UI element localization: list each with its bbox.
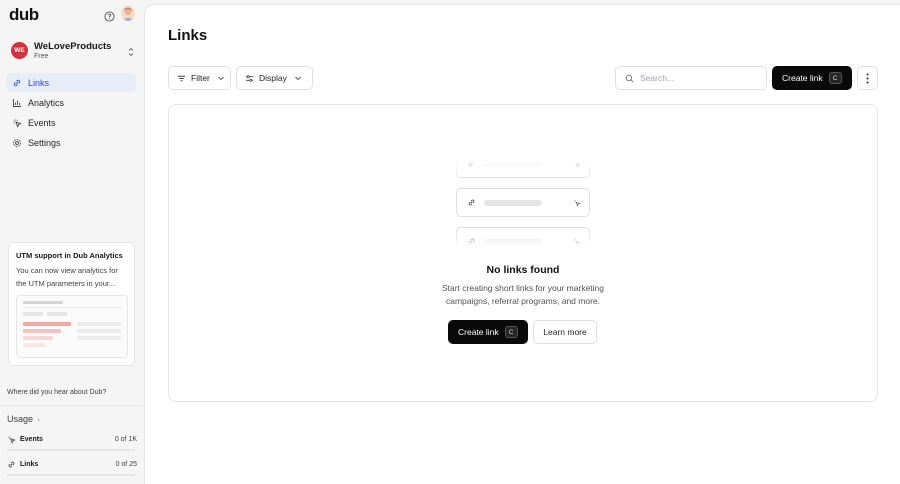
sidebar-item-settings[interactable]: Settings bbox=[6, 134, 136, 153]
sidebar-item-analytics[interactable]: Analytics bbox=[6, 93, 136, 112]
sidebar: dub WE WeLoveProducts Free Links Analyti… bbox=[0, 0, 143, 484]
usage-label: Usage bbox=[7, 414, 34, 424]
sidebar-item-label: Links bbox=[28, 77, 50, 88]
dub-logo[interactable]: dub bbox=[9, 5, 39, 25]
promo-title: UTM support in Dub Analytics bbox=[16, 251, 123, 260]
empty-state-description: Start creating short links for your mark… bbox=[441, 283, 605, 306]
gear-icon bbox=[12, 138, 22, 148]
cursor-rays-icon bbox=[12, 118, 22, 128]
learn-more-label: Learn more bbox=[543, 327, 587, 337]
usage-row-label: Events bbox=[20, 435, 43, 443]
bar-chart-icon bbox=[12, 98, 22, 108]
illustration-row bbox=[456, 188, 590, 217]
empty-state-title: No links found bbox=[486, 264, 560, 276]
more-options-button[interactable] bbox=[857, 66, 878, 90]
sidebar-item-label: Settings bbox=[28, 138, 61, 149]
sidebar-item-events[interactable]: Events bbox=[6, 114, 136, 133]
usage-progress-links bbox=[7, 474, 135, 476]
search-icon bbox=[625, 74, 634, 83]
link-icon bbox=[467, 198, 476, 207]
workspace-plan: Free bbox=[34, 52, 49, 60]
chevron-down-icon bbox=[294, 74, 302, 82]
usage-row-events: Events 0 of 1K bbox=[7, 433, 137, 445]
filter-label: Filter bbox=[191, 73, 210, 83]
usage-divider bbox=[0, 405, 143, 406]
keyboard-shortcut: C bbox=[504, 326, 518, 338]
workspace-name: WeLoveProducts bbox=[34, 40, 112, 52]
display-label: Display bbox=[259, 73, 287, 83]
filter-icon bbox=[177, 74, 186, 83]
sidebar-item-label: Analytics bbox=[28, 97, 65, 108]
chevron-down-icon bbox=[217, 74, 225, 82]
cursor-rays-icon bbox=[573, 199, 581, 207]
links-empty-state: No links found Start creating short link… bbox=[168, 104, 878, 402]
usage-row-value: 0 of 25 bbox=[115, 460, 137, 468]
main-panel: Links Filter Display Create link C bbox=[144, 4, 900, 484]
sliders-icon bbox=[245, 74, 254, 83]
create-link-button[interactable]: Create link C bbox=[772, 66, 852, 90]
chevron-right-icon: › bbox=[37, 417, 40, 424]
empty-create-link-button[interactable]: Create link C bbox=[448, 320, 528, 344]
help-icon[interactable] bbox=[104, 9, 115, 22]
user-avatar[interactable] bbox=[121, 6, 135, 21]
workspace-switcher[interactable]: WE WeLoveProducts Free bbox=[6, 36, 136, 64]
display-button[interactable]: Display bbox=[236, 66, 313, 90]
chevrons-up-down-icon bbox=[127, 44, 135, 57]
cursor-rays-icon bbox=[7, 435, 16, 444]
promo-text: You can now view analytics for the UTM p… bbox=[16, 266, 118, 288]
promo-card[interactable]: UTM support in Dub Analytics You can now… bbox=[8, 242, 135, 366]
link-icon bbox=[12, 78, 22, 88]
usage-progress-events bbox=[7, 449, 135, 451]
search-box[interactable] bbox=[615, 66, 767, 90]
promo-image bbox=[16, 295, 128, 358]
filter-button[interactable]: Filter bbox=[168, 66, 231, 90]
create-link-label: Create link bbox=[782, 73, 823, 83]
sidebar-nav: Links Analytics Events Settings bbox=[6, 73, 136, 154]
workspace-avatar: WE bbox=[11, 41, 28, 59]
sidebar-item-links[interactable]: Links bbox=[6, 73, 136, 92]
usage-row-links: Links 0 of 25 bbox=[7, 458, 137, 470]
link-icon bbox=[7, 460, 16, 469]
search-input[interactable] bbox=[640, 73, 760, 83]
usage-row-label: Links bbox=[20, 460, 39, 468]
page-title: Links bbox=[168, 27, 208, 44]
keyboard-shortcut: C bbox=[828, 72, 842, 84]
sidebar-item-label: Events bbox=[28, 118, 56, 129]
learn-more-button[interactable]: Learn more bbox=[533, 320, 597, 344]
more-vertical-icon bbox=[866, 73, 869, 84]
usage-title[interactable]: Usage › bbox=[7, 414, 40, 424]
create-link-label: Create link bbox=[458, 327, 499, 337]
referral-question[interactable]: Where did you hear about Dub? bbox=[7, 389, 106, 396]
usage-row-value: 0 of 1K bbox=[114, 435, 137, 443]
empty-illustration bbox=[456, 160, 590, 246]
